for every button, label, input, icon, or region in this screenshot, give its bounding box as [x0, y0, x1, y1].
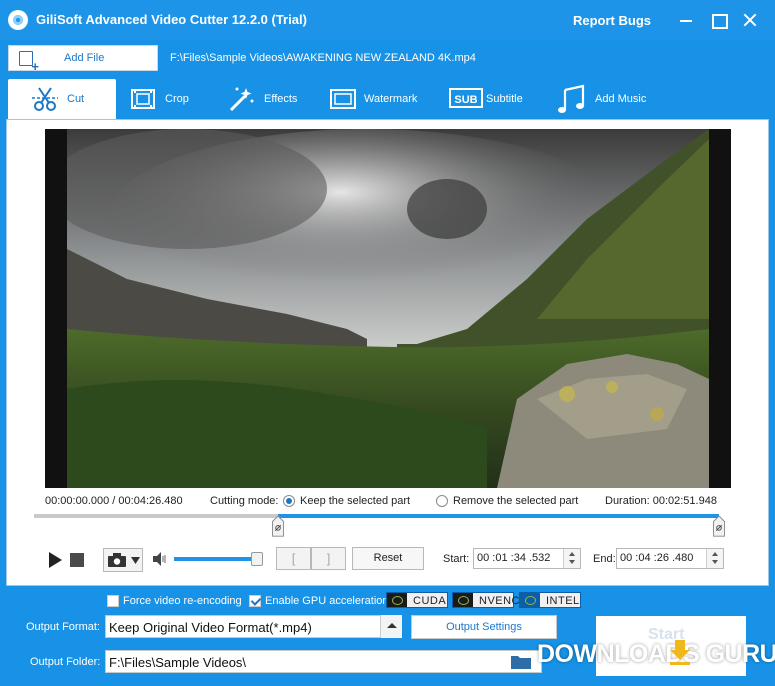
add-file-button[interactable]: Add File: [8, 45, 158, 72]
output-folder-label: Output Folder:: [30, 656, 101, 668]
duration-label: Duration:: [605, 495, 650, 507]
video-preview: [45, 129, 731, 488]
output-folder-input[interactable]: F:\Files\Sample Videos\: [105, 650, 542, 673]
sub-icon: SUB: [449, 88, 483, 108]
volume-level: [174, 557, 257, 561]
tab-add-music[interactable]: Add Music: [555, 79, 665, 119]
intel-badge-label: INTEL: [546, 595, 580, 607]
end-marker-icon[interactable]: [711, 516, 727, 538]
app-title: GiliSoft Advanced Video Cutter 12.2.0 (T…: [36, 12, 307, 27]
stop-button[interactable]: [70, 553, 84, 567]
start-time-spinner[interactable]: [563, 549, 580, 568]
sub-icon-text: SUB: [454, 94, 477, 106]
tab-label: Subtitle: [486, 93, 523, 105]
output-settings-button[interactable]: Output Settings: [411, 615, 557, 639]
gpu-accel-label: Enable GPU acceleration: [265, 595, 389, 607]
nvidia-icon: [453, 593, 473, 607]
format-dropdown-icon[interactable]: [380, 615, 402, 638]
start-time-input[interactable]: 00 :01 :34 .532: [473, 548, 581, 569]
time-separator: /: [112, 495, 116, 507]
current-time: 00:00:00.000: [45, 495, 110, 507]
video-frame-image: [67, 129, 709, 488]
volume-icon[interactable]: [152, 552, 168, 566]
scissors-icon: [32, 87, 58, 111]
gpu-accel-checkbox[interactable]: [249, 595, 261, 607]
cuda-badge: CUDA: [386, 592, 448, 608]
remove-selected-label: Remove the selected part: [453, 495, 579, 507]
close-icon[interactable]: [740, 10, 760, 30]
mark-in-button[interactable]: [: [276, 547, 311, 570]
end-time-input[interactable]: 00 :04 :26 .480: [616, 548, 724, 569]
intel-badge: INTEL: [519, 592, 581, 608]
tab-label: Add Music: [595, 93, 647, 105]
keep-selected-radio[interactable]: [283, 495, 295, 507]
output-format-select[interactable]: Keep Original Video Format(*.mp4): [105, 615, 402, 638]
tab-cut[interactable]: Cut: [8, 79, 116, 119]
end-time-value: 00 :04 :26 .480: [620, 552, 694, 564]
maximize-icon[interactable]: [709, 10, 729, 30]
reset-button[interactable]: Reset: [352, 547, 424, 570]
minimize-icon[interactable]: [677, 10, 697, 30]
tab-label: Crop: [165, 93, 189, 105]
cutting-mode-label: Cutting mode:: [210, 495, 279, 507]
keep-selected-label: Keep the selected part: [300, 495, 411, 507]
tab-label: Effects: [264, 93, 298, 105]
output-format-value: Keep Original Video Format(*.mp4): [109, 620, 312, 635]
time-readout: 00:00:00.000 / 00:04:26.480: [45, 495, 183, 507]
nvenc-badge: NVENC: [452, 592, 520, 608]
tab-subtitle[interactable]: SUB Subtitle: [447, 79, 547, 119]
snapshot-button[interactable]: [103, 548, 143, 572]
force-reencode-label: Force video re-encoding: [123, 595, 242, 607]
output-folder-value: F:\Files\Sample Videos\: [109, 655, 247, 670]
total-time: 00:04:26.480: [118, 495, 183, 507]
nvidia-icon: [387, 593, 407, 607]
download-arrow-icon: [670, 640, 690, 665]
watermark-frame-icon: [330, 89, 356, 109]
duration-readout: Duration: 00:02:51.948: [605, 495, 717, 507]
tab-label: Cut: [67, 93, 85, 105]
volume-knob[interactable]: [250, 552, 263, 566]
film-crop-icon: [131, 89, 155, 109]
folder-icon[interactable]: [510, 654, 532, 670]
end-time-label: End:: [593, 553, 616, 565]
cuda-badge-label: CUDA: [413, 595, 447, 607]
app-logo-icon: [8, 10, 28, 30]
nvenc-badge-label: NVENC: [479, 595, 521, 607]
add-file-label: Add File: [64, 52, 105, 64]
end-time-spinner[interactable]: [706, 549, 723, 568]
remove-selected-radio[interactable]: [436, 495, 448, 507]
mark-out-button[interactable]: ]: [311, 547, 346, 570]
report-bugs-link[interactable]: Report Bugs: [573, 13, 651, 28]
file-path: F:\Files\Sample Videos\AWAKENING NEW ZEA…: [170, 52, 476, 64]
timeline-selection: [277, 514, 719, 518]
add-file-icon: [19, 51, 39, 72]
chevron-down-icon: [131, 557, 140, 564]
camera-icon: [108, 553, 126, 567]
tab-label: Watermark: [364, 93, 418, 105]
force-reencode-checkbox[interactable]: [107, 595, 119, 607]
start-time-label: Start:: [443, 553, 470, 565]
start-time-value: 00 :01 :34 .532: [477, 552, 551, 564]
duration-value: 00:02:51.948: [652, 495, 717, 507]
intel-icon: [520, 593, 540, 607]
tab-crop[interactable]: Crop: [124, 79, 224, 119]
magic-wand-icon: [229, 87, 254, 112]
play-button[interactable]: [45, 549, 67, 571]
tab-watermark[interactable]: Watermark: [326, 79, 441, 119]
music-note-icon: [558, 84, 585, 113]
output-format-label: Output Format:: [26, 621, 100, 633]
tab-effects[interactable]: Effects: [224, 79, 324, 119]
downloads-guru-watermark: DOWNLOADS GURU: [537, 640, 775, 668]
start-marker-icon[interactable]: [270, 516, 286, 538]
